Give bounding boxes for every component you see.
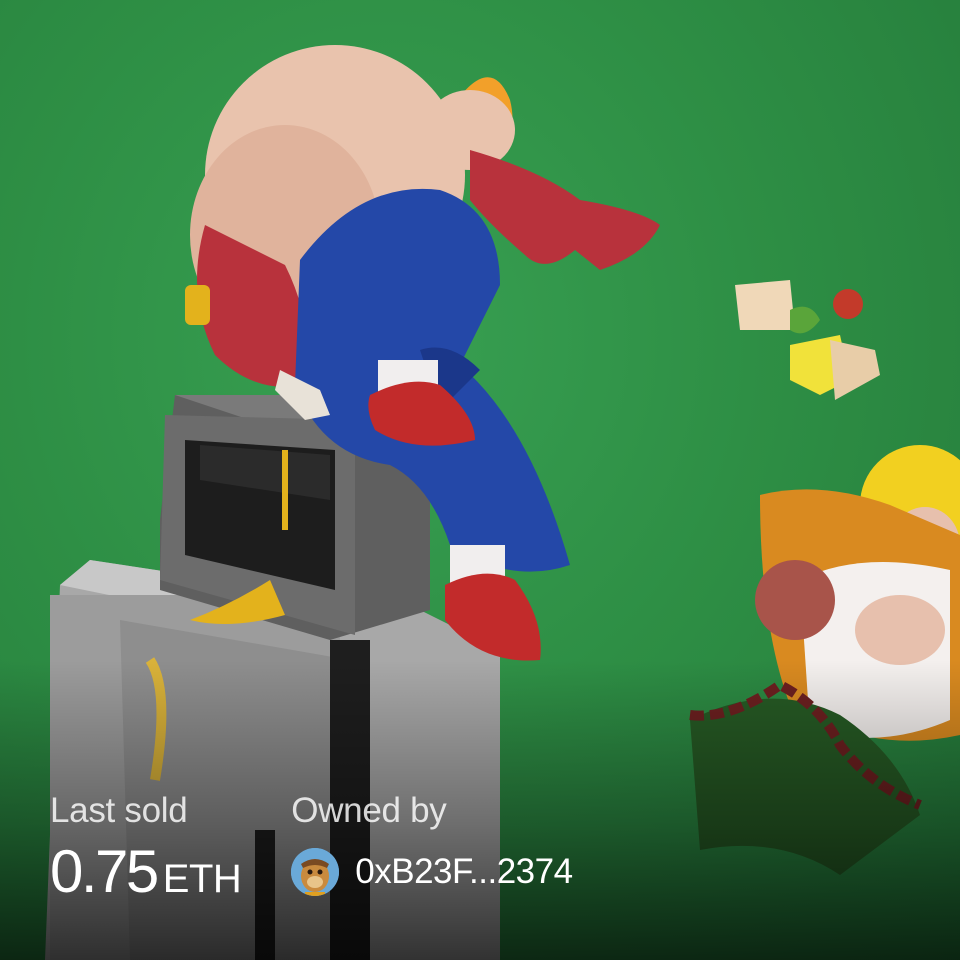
sandwich-illustration [735, 280, 880, 400]
nft-card[interactable]: Last sold 0.75 ETH Owned by 0xB23F...237… [0, 0, 960, 960]
owner-section: Owned by 0xB23F...2374 [291, 791, 573, 902]
last-sold-label: Last sold [50, 791, 188, 830]
owner-address[interactable]: 0xB23F...2374 [355, 852, 573, 892]
nft-info-bar: Last sold 0.75 ETH Owned by 0xB23F...237… [50, 793, 573, 902]
owner-link[interactable]: 0xB23F...2374 [291, 842, 573, 902]
last-sold-value: 0.75 [50, 838, 159, 905]
ape-avatar-icon [291, 848, 340, 896]
last-sold-price: 0.75 ETH [50, 838, 242, 905]
last-sold-section: Last sold 0.75 ETH [50, 791, 242, 905]
last-sold-currency: ETH [162, 857, 242, 901]
owned-by-label: Owned by [291, 791, 447, 830]
